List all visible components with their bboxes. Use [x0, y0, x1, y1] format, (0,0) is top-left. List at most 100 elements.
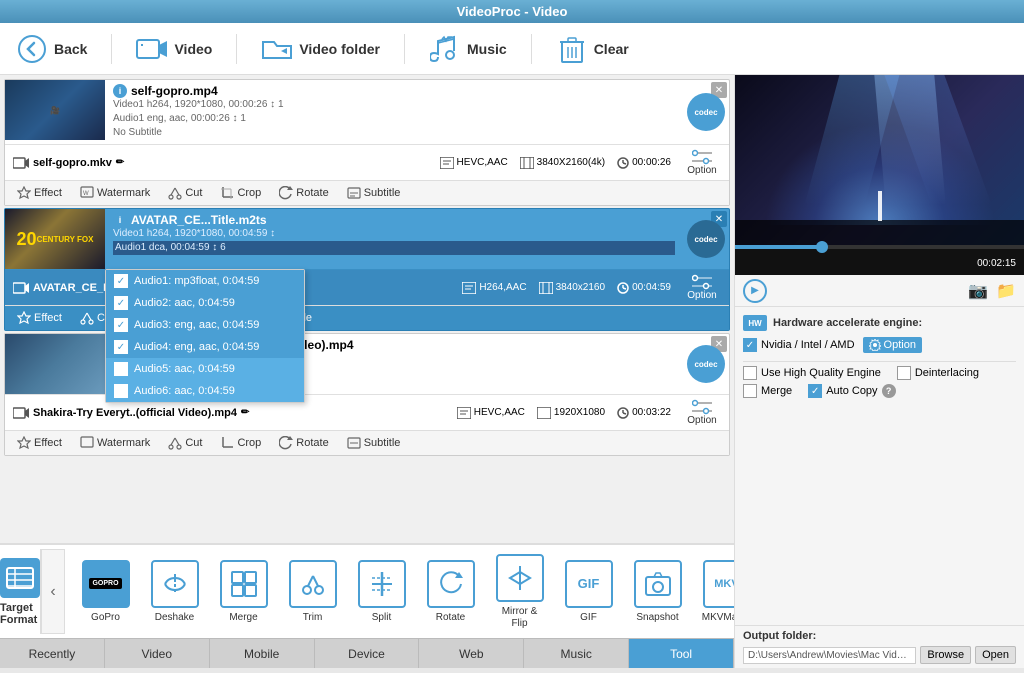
subtitle-btn-1[interactable]: Subtitle — [339, 183, 409, 203]
output-folder-title: Output folder: — [743, 630, 1016, 642]
quality-checkbox-label[interactable]: Use High Quality Engine — [743, 366, 881, 380]
edit-icon-1[interactable]: ✏ — [116, 157, 124, 168]
format-item-gif[interactable]: GIF GIF — [556, 560, 621, 624]
tab-device[interactable]: Device — [315, 639, 420, 668]
video-stream-2: Video1 h264, 1920*1080, 00:04:59 ↕ — [113, 227, 675, 241]
rotate-btn-3[interactable]: Rotate — [271, 433, 336, 453]
hw-title-text: Hardware accelerate engine: — [773, 317, 922, 329]
clear-button[interactable]: Clear — [556, 33, 629, 65]
nvidia-checkbox — [743, 338, 757, 352]
cut-btn-1[interactable]: Cut — [160, 183, 210, 203]
sep1 — [111, 34, 112, 64]
rotate-btn-1[interactable]: Rotate — [271, 183, 336, 203]
cut-btn-3[interactable]: Cut — [160, 433, 210, 453]
resolution-prop-2: 3840x2160 — [539, 282, 606, 294]
codec-button-1[interactable]: codec — [687, 93, 725, 131]
audio-check-2 — [114, 296, 128, 310]
main-layout: ✕ 🎥 i self-gopro.mp4 — [0, 75, 1024, 668]
quality-checkbox — [743, 366, 757, 380]
effect-btn-2[interactable]: Effect — [9, 308, 70, 328]
output-title-3: Shakira-Try Everyt..(official Video).mp4… — [13, 406, 445, 420]
autocopy-checkbox-label[interactable]: Auto Copy ? — [808, 384, 895, 398]
subtitle-1: No Subtitle — [113, 126, 675, 140]
preview-progress[interactable] — [735, 245, 1024, 249]
format-item-mirror-flip[interactable]: Mirror &Flip — [487, 554, 552, 630]
preview-time: 00:02:15 — [977, 258, 1016, 269]
audio-label-1: Audio1: mp3float, 0:04:59 — [134, 275, 259, 287]
format-item-split[interactable]: Split — [349, 560, 414, 624]
autocopy-question-icon[interactable]: ? — [882, 384, 896, 398]
play-button[interactable]: ▶ — [743, 279, 767, 303]
hw-option-button[interactable]: Option — [863, 337, 922, 353]
video-title-1: i self-gopro.mp4 — [113, 84, 675, 98]
watermark-btn-3[interactable]: Watermark — [72, 433, 158, 453]
subtitle-btn-3[interactable]: Subtitle — [339, 433, 409, 453]
format-icon-mkvmaker: MKV — [703, 560, 735, 608]
codec-label-3: codec — [694, 360, 717, 369]
preview-controls: ▶ 📷 📁 — [735, 275, 1024, 307]
settings-panel: HW Hardware accelerate engine: Nvidia / … — [735, 307, 1024, 625]
option-button-2[interactable]: Option — [683, 274, 721, 301]
video-meta-1: Video1 h264, 1920*1080, 00:00:26 ↕ 1 Aud… — [113, 98, 675, 140]
preview-video — [735, 75, 1024, 245]
nvidia-checkbox-label[interactable]: Nvidia / Intel / AMD — [743, 338, 855, 352]
sep2 — [236, 34, 237, 64]
music-button[interactable]: Music — [429, 33, 507, 65]
quality-row: Use High Quality Engine Deinterlacing — [743, 366, 1016, 380]
video-item-header-2: 20CENTURY FOX i AVATAR_CE...Title.m2ts V… — [5, 209, 729, 269]
format-label-merge: Merge — [229, 612, 257, 624]
format-item-gopro[interactable]: GOPRO GoPro — [73, 560, 138, 624]
edit-icon-3[interactable]: ✏ — [241, 407, 249, 418]
format-item-trim[interactable]: Trim — [280, 560, 345, 624]
audio-option-6[interactable]: Audio6: aac, 0:04:59 — [106, 380, 304, 402]
effect-btn-3[interactable]: Effect — [9, 433, 70, 453]
format-item-mkvmaker[interactable]: MKV MKVMaker — [694, 560, 734, 624]
tab-mobile[interactable]: Mobile — [210, 639, 315, 668]
option-button-3[interactable]: Option — [683, 399, 721, 426]
audio-option-2[interactable]: Audio2: aac, 0:04:59 — [106, 292, 304, 314]
deinterlacing-checkbox-label[interactable]: Deinterlacing — [897, 366, 979, 380]
folder-button[interactable]: 📁 — [996, 281, 1016, 301]
browse-button[interactable]: Browse — [920, 646, 971, 664]
tab-video[interactable]: Video — [105, 639, 210, 668]
codec-button-3[interactable]: codec — [687, 345, 725, 383]
video-folder-button[interactable]: Video folder — [261, 33, 380, 65]
format-item-merge[interactable]: Merge — [211, 560, 276, 624]
effect-btn-1[interactable]: Effect — [9, 183, 70, 203]
output-filename-3: Shakira-Try Everyt..(official Video).mp4 — [33, 407, 237, 419]
codec-prop-1: HEVC,AAC — [440, 157, 508, 169]
audio-option-5[interactable]: Audio5: aac, 0:04:59 — [106, 358, 304, 380]
option-button-1[interactable]: Option — [683, 149, 721, 176]
merge-checkbox — [743, 384, 757, 398]
open-button[interactable]: Open — [975, 646, 1016, 664]
audio-option-3[interactable]: Audio3: eng, aac, 0:04:59 — [106, 314, 304, 336]
title-text: VideoProc - Video — [457, 4, 568, 19]
video-button[interactable]: Video — [136, 33, 212, 65]
autocopy-label: Auto Copy — [826, 385, 877, 397]
tab-recently[interactable]: Recently — [0, 639, 105, 668]
format-item-snapshot[interactable]: Snapshot — [625, 560, 690, 624]
tab-tool[interactable]: Tool — [629, 639, 734, 668]
crop-btn-1[interactable]: Crop — [212, 183, 269, 203]
format-item-rotate[interactable]: Rotate — [418, 560, 483, 624]
merge-checkbox-label[interactable]: Merge — [743, 384, 792, 398]
watermark-btn-1[interactable]: W Watermark — [72, 183, 158, 203]
camera-button[interactable]: 📷 — [968, 281, 988, 301]
output-props-3: HEVC,AAC 1920X1080 00:03:22 — [457, 407, 671, 419]
codec-section-1: codec — [683, 80, 729, 144]
crop-btn-3[interactable]: Crop — [212, 433, 269, 453]
format-item-deshake[interactable]: Deshake — [142, 560, 207, 624]
audio-check-1 — [114, 274, 128, 288]
output-duration-3: 00:03:22 — [632, 407, 671, 418]
output-duration-2: 00:04:59 — [632, 282, 671, 293]
format-nav-left[interactable]: ‹ — [41, 549, 65, 634]
audio-stream-2: Audio1 dca, 00:04:59 ↕ 6 — [113, 241, 675, 255]
edit-toolbar-1: Effect W Watermark Cut Crop — [5, 180, 729, 205]
tab-web[interactable]: Web — [419, 639, 524, 668]
audio-option-4[interactable]: Audio4: eng, aac, 0:04:59 — [106, 336, 304, 358]
codec-button-2[interactable]: codec — [687, 220, 725, 258]
audio-option-1[interactable]: Audio1: mp3float, 0:04:59 — [106, 270, 304, 292]
video-item-1: ✕ 🎥 i self-gopro.mp4 — [4, 79, 730, 206]
tab-music[interactable]: Music — [524, 639, 629, 668]
back-button[interactable]: Back — [16, 33, 87, 65]
